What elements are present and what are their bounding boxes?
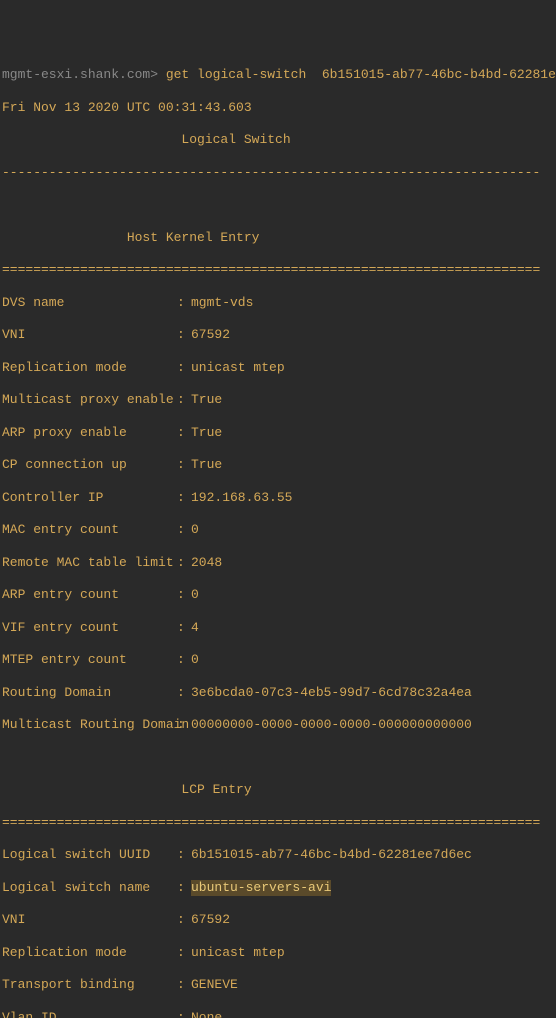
routing-domain-row: Routing Domain: 3e6bcda0-07c3-4eb5-99d7-… [2,685,556,701]
field-label: Replication mode [2,945,177,961]
dvs-name-row: DVS name: mgmt-vds [2,295,556,311]
arp-entry-row: ARP entry count: 0 [2,587,556,603]
field-label: ARP entry count [2,587,177,603]
field-label: Routing Domain [2,685,177,701]
field-label: DVS name [2,295,177,311]
blank-line [2,750,556,766]
field-label: Vlan ID [2,1010,177,1018]
cp-connection-row: CP connection up: True [2,457,556,473]
field-value: True [191,425,222,441]
field-label: VNI [2,912,177,928]
replication-mode-row: Replication mode: unicast mtep [2,360,556,376]
timestamp-line: Fri Nov 13 2020 UTC 00:31:43.603 [2,100,556,116]
field-value: GENEVE [191,977,238,993]
highlighted-value: ubuntu-servers-avi [191,880,331,896]
field-label: ARP proxy enable [2,425,177,441]
field-label: VNI [2,327,177,343]
field-label: MTEP entry count [2,652,177,668]
field-value: unicast mtep [191,360,285,376]
field-value: 192.168.63.55 [191,490,292,506]
multicast-routing-domain-row: Multicast Routing Domain: 00000000-0000-… [2,717,556,733]
separator-line: ========================================… [2,262,556,278]
field-value: 67592 [191,327,230,343]
field-value: 00000000-0000-0000-0000-000000000000 [191,717,472,733]
field-label: Remote MAC table limit [2,555,177,571]
field-value: True [191,392,222,408]
field-value: 0 [191,587,199,603]
controller-ip-row: Controller IP: 192.168.63.55 [2,490,556,506]
field-label: Multicast Routing Domain [2,717,177,733]
logical-switch-name-row: Logical switch name: ubuntu-servers-avi [2,880,556,896]
transport-binding-row: Transport binding: GENEVE [2,977,556,993]
field-value: 6b151015-ab77-46bc-b4bd-62281ee7d6ec [191,847,472,863]
separator-line: ========================================… [2,815,556,831]
mtep-entry-row: MTEP entry count: 0 [2,652,556,668]
field-value: 67592 [191,912,230,928]
prompt-command: get logical-switch 6b151015-ab77-46bc-b4… [158,67,556,82]
vif-entry-row: VIF entry count: 4 [2,620,556,636]
field-value: unicast mtep [191,945,285,961]
remote-mac-row: Remote MAC table limit: 2048 [2,555,556,571]
host-kernel-header: Host Kernel Entry [2,230,556,246]
vlan-id-row: Vlan ID: None [2,1010,556,1018]
field-value: 2048 [191,555,222,571]
vni-row: VNI: 67592 [2,327,556,343]
field-label: CP connection up [2,457,177,473]
logical-switch-header: Logical Switch [2,132,556,148]
arp-proxy-row: ARP proxy enable: True [2,425,556,441]
mac-entry-row: MAC entry count: 0 [2,522,556,538]
field-value: 3e6bcda0-07c3-4eb5-99d7-6cd78c32a4ea [191,685,472,701]
field-value: mgmt-vds [191,295,253,311]
field-label: Multicast proxy enable [2,392,177,408]
blank-line [2,197,556,213]
field-value: True [191,457,222,473]
logical-switch-uuid-row: Logical switch UUID: 6b151015-ab77-46bc-… [2,847,556,863]
replication-mode-row-2: Replication mode: unicast mtep [2,945,556,961]
vni-row-2: VNI: 67592 [2,912,556,928]
field-label: VIF entry count [2,620,177,636]
separator-line: ----------------------------------------… [2,165,556,181]
field-label: Replication mode [2,360,177,376]
field-value: None [191,1010,222,1018]
field-label: Logical switch name [2,880,177,896]
prompt-host: mgmt-esxi.shank.com> [2,67,158,82]
field-value: 0 [191,652,199,668]
field-label: MAC entry count [2,522,177,538]
multicast-proxy-row: Multicast proxy enable: True [2,392,556,408]
field-label: Logical switch UUID [2,847,177,863]
lcp-entry-header: LCP Entry [2,782,556,798]
field-label: Controller IP [2,490,177,506]
field-value: 0 [191,522,199,538]
prompt-line: mgmt-esxi.shank.com> get logical-switch … [2,67,556,83]
field-label: Transport binding [2,977,177,993]
field-value: 4 [191,620,199,636]
